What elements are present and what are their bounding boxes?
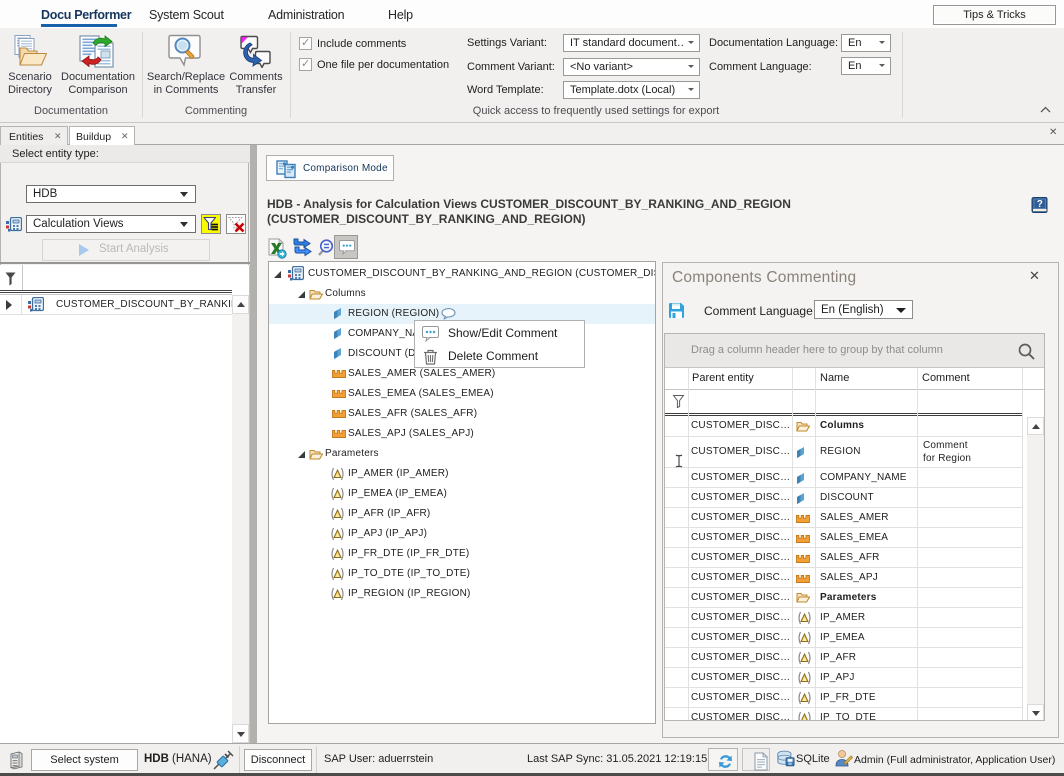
- svg-text:?: ?: [1037, 199, 1043, 210]
